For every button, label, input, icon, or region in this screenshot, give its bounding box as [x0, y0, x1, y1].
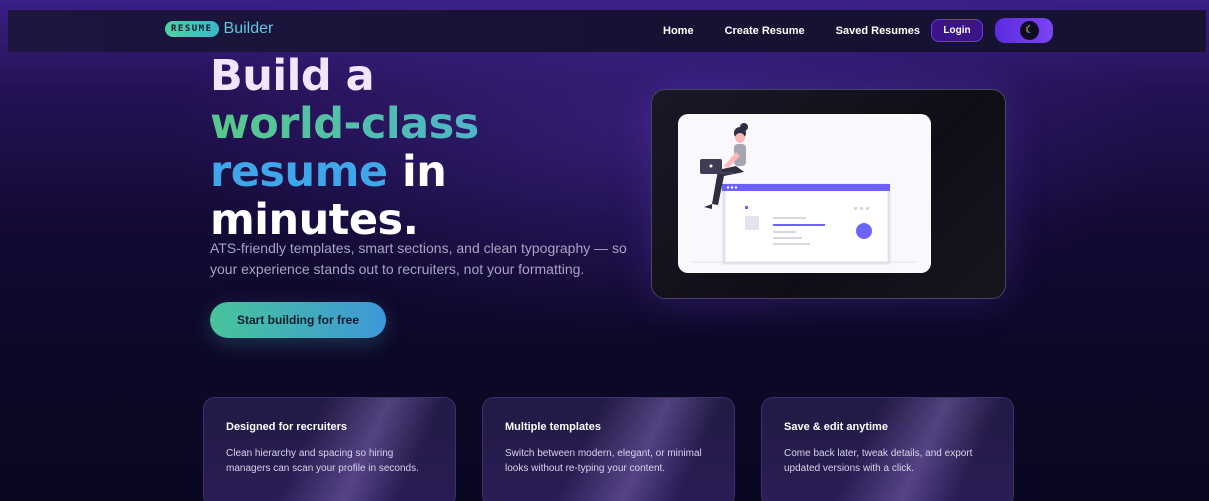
moon-icon: ☾ — [1020, 21, 1039, 40]
hero-title-in: in — [387, 147, 447, 197]
feature-title: Save & edit anytime — [784, 421, 888, 433]
feature-title: Multiple templates — [505, 421, 601, 433]
hero-title-highlight: world-class — [210, 99, 479, 149]
brand-name: Builder — [223, 20, 274, 37]
feature-card-templates: Multiple templates Switch between modern… — [482, 397, 735, 501]
feature-description: Come back later, tweak details, and expo… — [784, 448, 973, 474]
illustration-card — [678, 114, 931, 273]
hero-title-line-1: Build a — [210, 51, 375, 101]
feature-description: Switch between modern, elegant, or minim… — [505, 448, 702, 474]
feature-card-save-edit: Save & edit anytime Come back later, twe… — [761, 397, 1014, 501]
nav-links: Home Create Resume Saved Resumes — [663, 10, 951, 52]
hero-title-line-2: world-class — [210, 100, 610, 148]
start-building-button[interactable]: Start building for free — [210, 302, 386, 338]
feature-description: Clean hierarchy and spacing so hiring ma… — [226, 448, 419, 474]
page: RESUME Builder Home Create Resume Saved … — [0, 0, 1209, 501]
feature-title: Designed for recruiters — [226, 421, 348, 433]
nav-link-create-resume[interactable]: Create Resume — [725, 25, 805, 37]
woman-with-laptop-illustration — [692, 123, 916, 265]
nav-link-home[interactable]: Home — [663, 25, 694, 37]
login-button[interactable]: Login — [931, 19, 983, 42]
hero-title-resume: resume — [210, 147, 388, 197]
theme-toggle[interactable]: ☾ — [995, 18, 1053, 43]
navbar: RESUME Builder Home Create Resume Saved … — [8, 10, 1206, 52]
nav-link-saved-resumes[interactable]: Saved Resumes — [836, 25, 920, 37]
hero-title-line-4: minutes. — [210, 195, 419, 245]
feature-card-recruiters: Designed for recruiters Clean hierarchy … — [203, 397, 456, 501]
brand-logo[interactable]: RESUME Builder — [165, 20, 273, 38]
brand-badge: RESUME — [165, 21, 219, 37]
hero-title: Build a world-class resume in minutes. — [210, 52, 610, 244]
hero-title-line-3: resume in — [210, 148, 610, 196]
hero-subtitle: ATS-friendly templates, smart sections, … — [210, 240, 627, 277]
